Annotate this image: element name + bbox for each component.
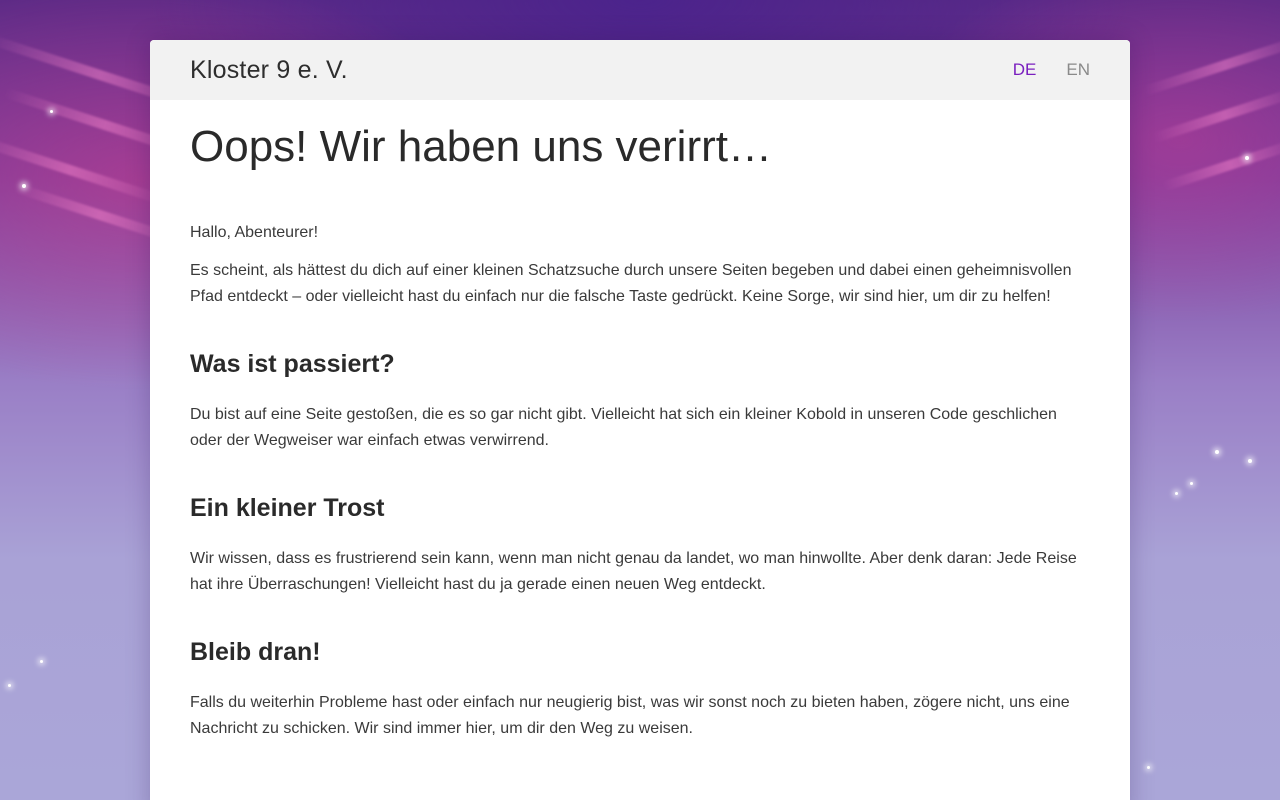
- greeting-text: Hallo, Abenteurer!: [190, 224, 319, 241]
- site-title[interactable]: Kloster 9 e. V.: [190, 56, 348, 85]
- section-heading-comfort: Ein kleiner Trost: [190, 494, 385, 522]
- site-header: Kloster 9 e. V. DE EN: [150, 40, 1130, 100]
- language-link-en[interactable]: EN: [1066, 60, 1090, 80]
- section-text-what-happened: Du bist auf eine Seite gestoßen, die es …: [190, 406, 1057, 449]
- main-content: Oops! Wir haben uns verirrt… Hallo, Aben…: [150, 100, 1130, 742]
- page-title: Oops! Wir haben uns verirrt…: [190, 122, 772, 171]
- content-card: Kloster 9 e. V. DE EN Oops! Wir haben un…: [150, 40, 1130, 800]
- language-switcher: DE EN: [1013, 60, 1090, 80]
- language-link-de[interactable]: DE: [1013, 60, 1037, 80]
- intro-text: Es scheint, als hättest du dich auf eine…: [190, 262, 1072, 305]
- section-text-comfort: Wir wissen, dass es frustrierend sein ka…: [190, 550, 1077, 593]
- section-heading-stay-tuned: Bleib dran!: [190, 638, 321, 666]
- section-text-stay-tuned: Falls du weiterhin Probleme hast oder ei…: [190, 694, 1070, 737]
- section-heading-what-happened: Was ist passiert?: [190, 350, 395, 378]
